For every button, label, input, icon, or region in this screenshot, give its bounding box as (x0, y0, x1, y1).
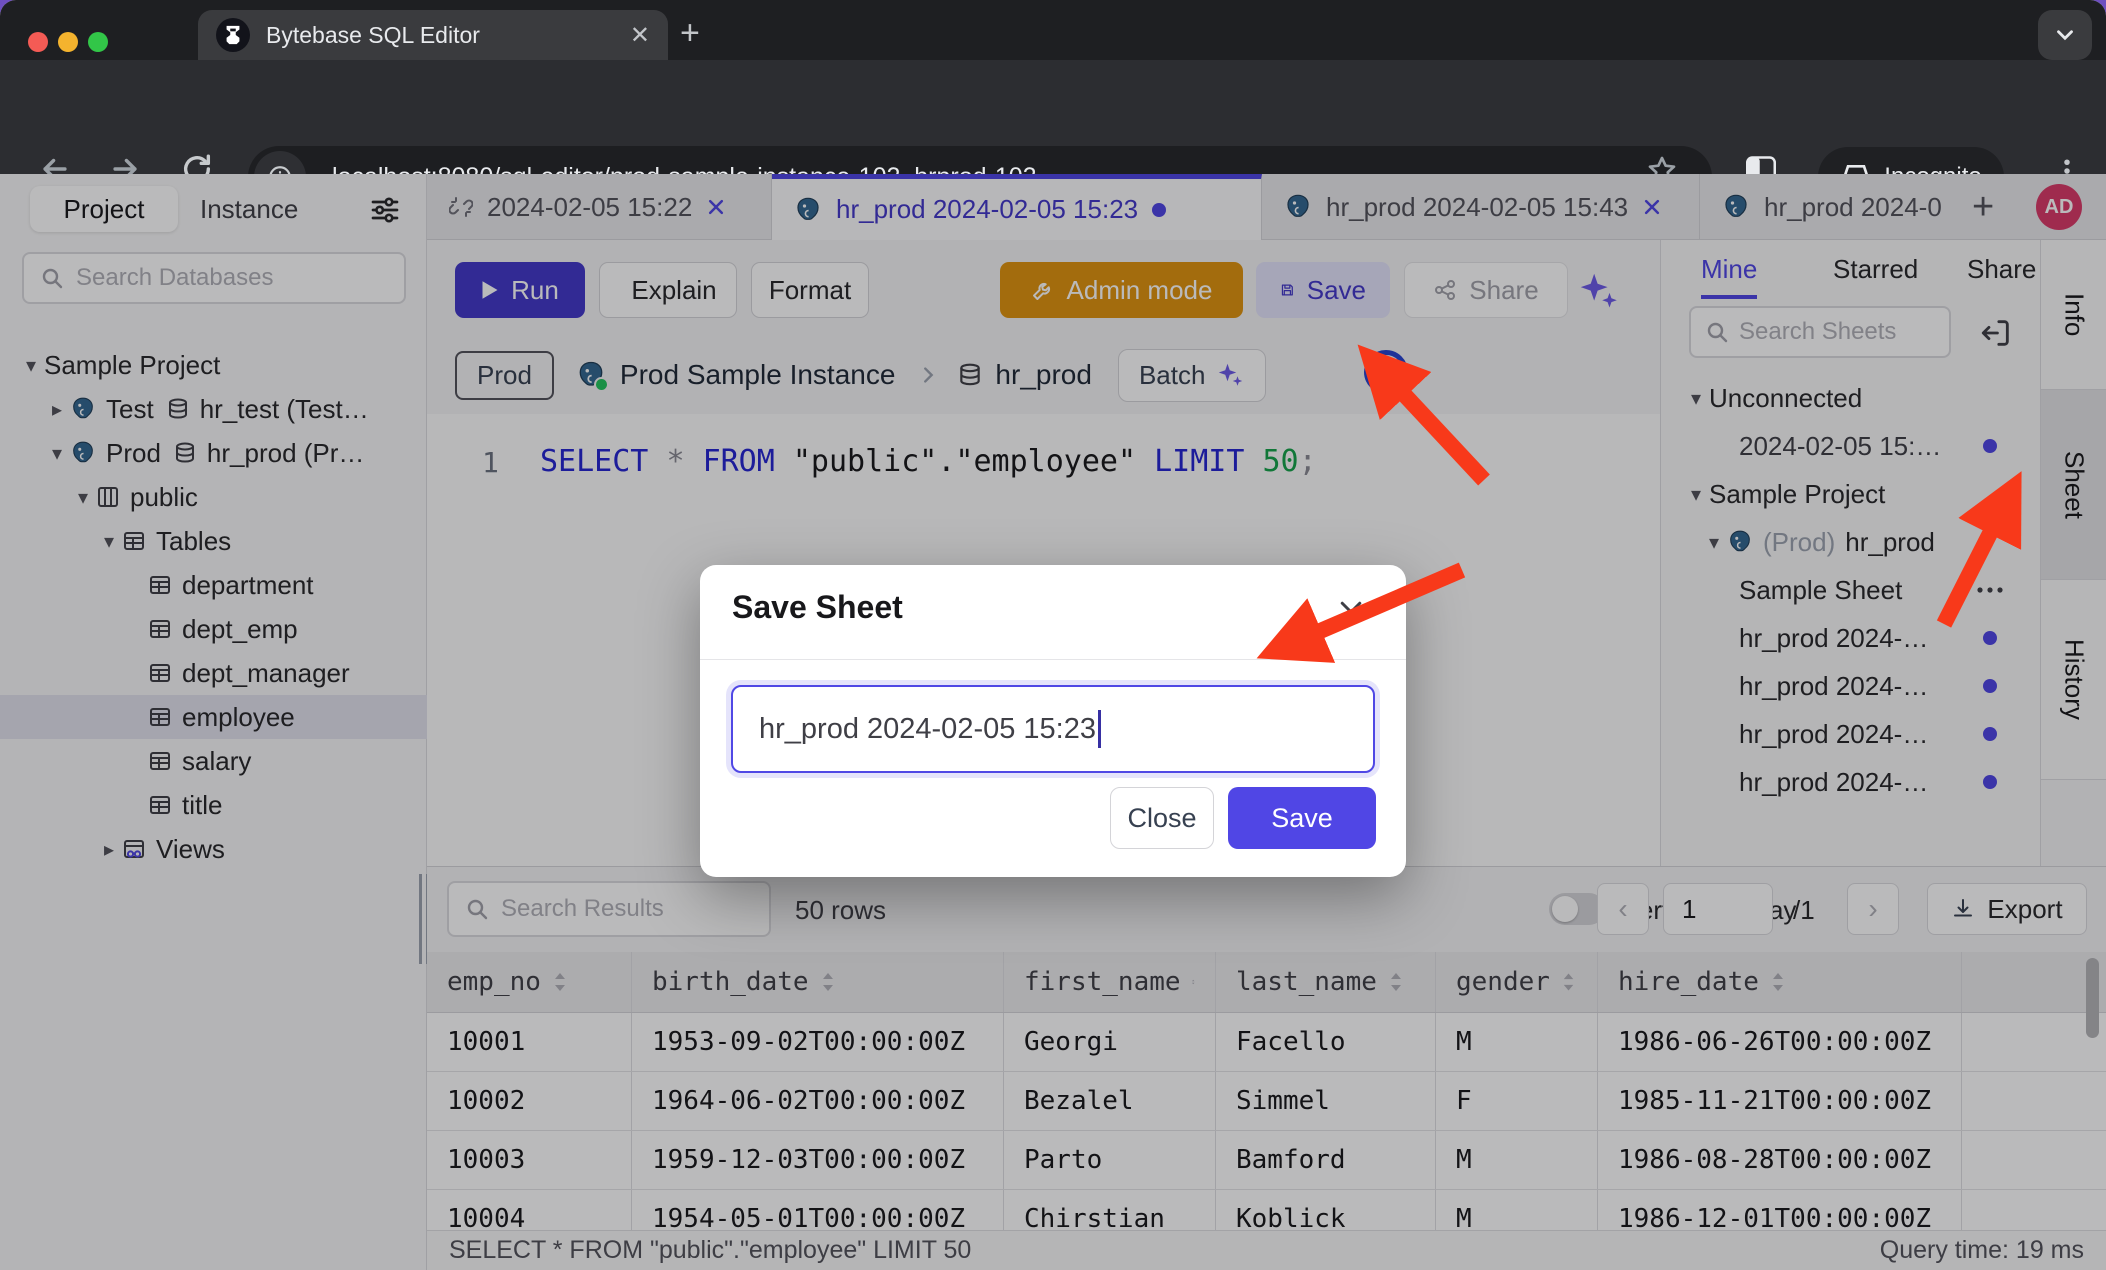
save-sheet-dialog: Save Sheet hr_prod 2024-02-05 15:23 Clos… (700, 565, 1406, 877)
new-browser-tab-button[interactable]: + (680, 16, 700, 50)
close-button[interactable]: Close (1110, 787, 1214, 849)
dialog-title: Save Sheet (732, 589, 903, 626)
dialog-close-icon[interactable] (1336, 597, 1366, 627)
browser-tabstrip: Bytebase SQL Editor ✕ + (0, 0, 2106, 60)
traffic-light-minimize[interactable] (58, 32, 78, 52)
browser-tab-title: Bytebase SQL Editor (266, 22, 630, 49)
save-confirm-button[interactable]: Save (1228, 787, 1376, 849)
chevron-down-icon (2052, 22, 2078, 48)
traffic-light-zoom[interactable] (88, 32, 108, 52)
bytebase-app: Project Instance ▾Sample Project ▸ Test … (0, 174, 2106, 1270)
traffic-light-close[interactable] (28, 32, 48, 52)
browser-tab[interactable]: Bytebase SQL Editor ✕ (198, 10, 668, 60)
screen: Bytebase SQL Editor ✕ + localhost:8080/s… (0, 0, 2106, 1270)
bytebase-favicon (216, 18, 250, 52)
text-caret (1098, 710, 1101, 748)
browser-tab-close-icon[interactable]: ✕ (630, 21, 650, 50)
browser-toolbar: localhost:8080/sql-editor/prod-sample-in… (0, 60, 2106, 174)
browser-window: Bytebase SQL Editor ✕ + localhost:8080/s… (0, 0, 2106, 1270)
sheet-name-input[interactable]: hr_prod 2024-02-05 15:23 (731, 685, 1375, 773)
tab-search-button[interactable] (2038, 10, 2092, 60)
